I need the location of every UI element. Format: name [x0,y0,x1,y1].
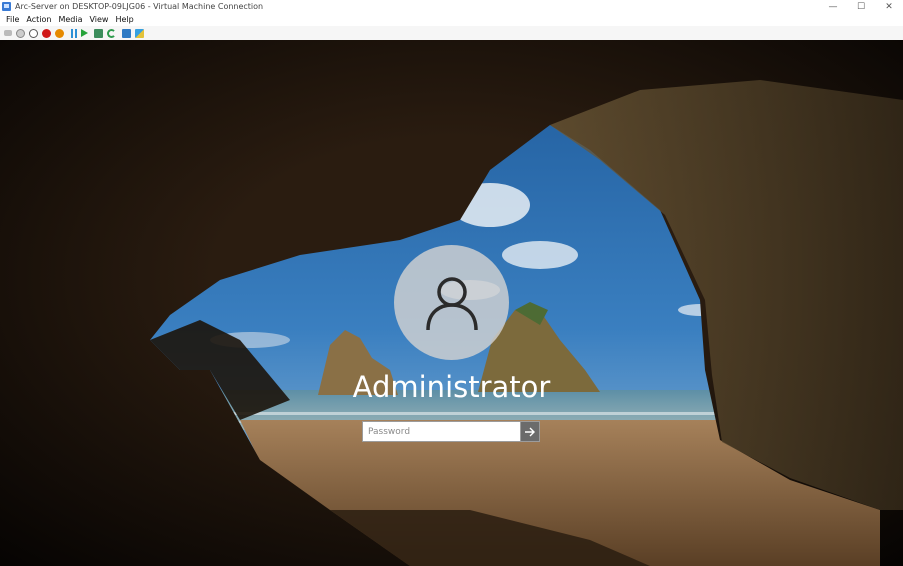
password-input[interactable] [362,421,520,442]
pause-icon[interactable] [71,28,77,38]
window-title: Arc-Server on DESKTOP-09LJG06 - Virtual … [15,2,264,11]
menu-view[interactable]: View [89,15,108,24]
share-icon[interactable] [135,28,144,38]
turn-off-icon[interactable] [42,28,51,38]
shutdown-icon[interactable] [55,28,64,38]
menu-media[interactable]: Media [58,15,82,24]
user-avatar [394,245,509,360]
maximize-button[interactable]: ☐ [847,0,875,13]
user-icon [425,276,478,330]
vm-connection-icon [2,2,11,11]
vm-screen[interactable]: Administrator [0,40,903,566]
checkpoint-icon[interactable] [94,28,103,38]
minimize-button[interactable]: — [819,0,847,13]
toolbar [0,26,903,41]
title-bar: Arc-Server on DESKTOP-09LJG06 - Virtual … [0,0,903,13]
stop-icon[interactable] [29,28,38,38]
arrow-right-icon [525,427,535,436]
back-icon[interactable] [4,30,12,36]
user-name: Administrator [352,370,551,404]
enhanced-session-icon[interactable] [122,28,131,38]
window-controls: — ☐ ✕ [819,0,903,13]
start-icon[interactable] [81,29,88,37]
menu-action[interactable]: Action [26,15,51,24]
menu-file[interactable]: File [6,15,19,24]
password-row [362,421,540,442]
close-button[interactable]: ✕ [875,0,903,13]
submit-button[interactable] [520,421,540,442]
ctrl-alt-del-icon[interactable] [16,28,25,38]
revert-icon[interactable] [107,28,116,38]
menu-help[interactable]: Help [115,15,133,24]
menu-bar: File Action Media View Help [0,13,903,26]
